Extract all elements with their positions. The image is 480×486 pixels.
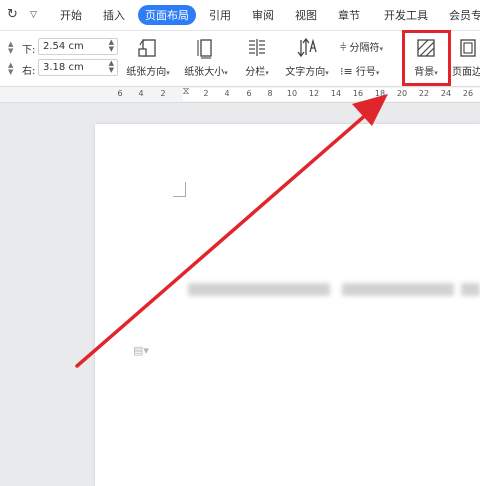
arrow-shaft — [75, 111, 370, 368]
annotation-arrow — [75, 94, 388, 368]
